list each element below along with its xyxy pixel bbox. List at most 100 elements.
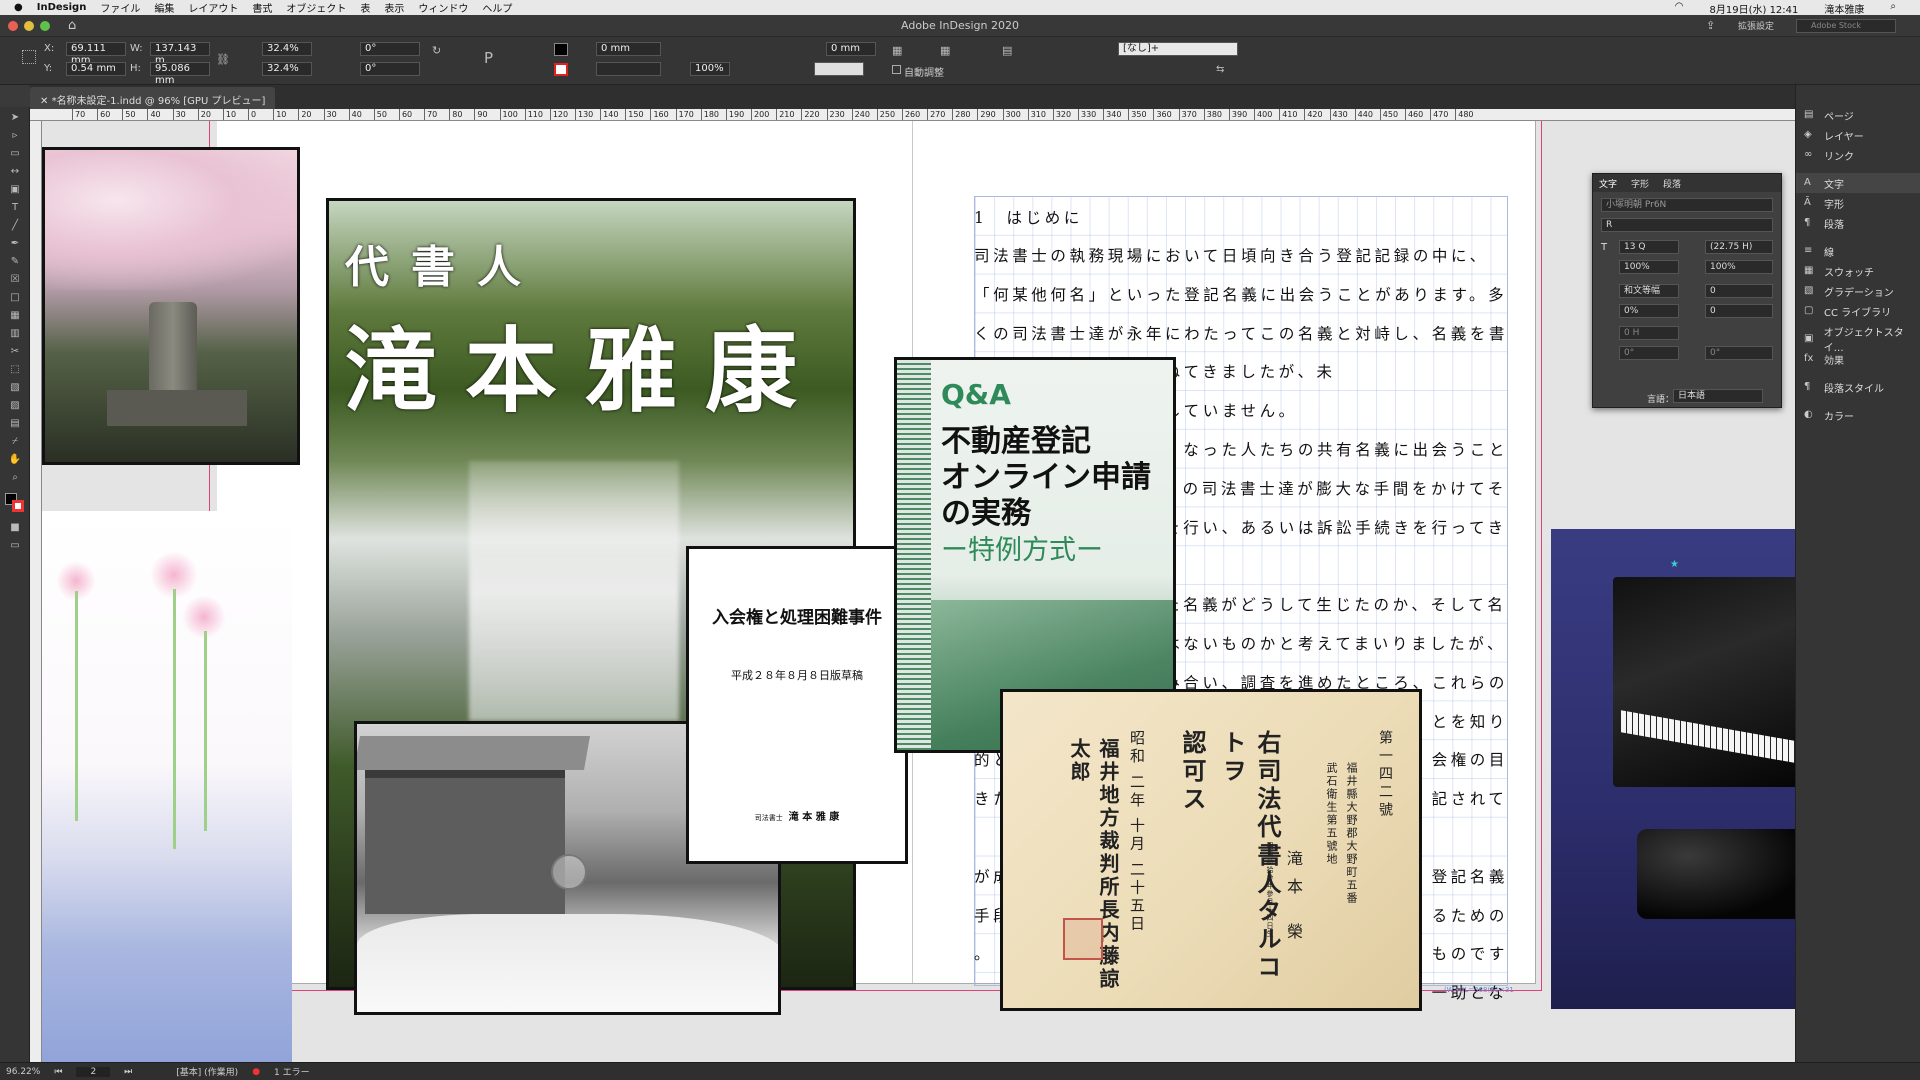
share-icon[interactable]: ⇪ [1706, 19, 1715, 32]
dock-pages[interactable]: ▤ ページ [1796, 105, 1920, 125]
page-field[interactable]: 2 [76, 1066, 111, 1077]
y-field[interactable]: 0.54 mm [66, 62, 126, 76]
scissors-tool-icon[interactable]: ✂ [6, 345, 24, 359]
page-nav-first-icon[interactable]: ⏮ [54, 1067, 62, 1077]
note-tool-icon[interactable]: ▤ [6, 417, 24, 431]
type-tool-icon[interactable]: T [6, 201, 24, 215]
flip-icon[interactable]: P [484, 49, 493, 67]
tab-paragraph[interactable]: 段落 [1663, 177, 1681, 190]
wifi-icon[interactable]: ◠ [1675, 1, 1684, 16]
apply-color-icon[interactable]: ■ [6, 521, 24, 535]
spider-lily-image[interactable] [42, 511, 292, 1062]
opacity-field[interactable]: 100% [690, 62, 730, 76]
stroke-weight-field[interactable]: 0 mm [596, 42, 661, 56]
zoom-tool-icon[interactable]: ⌕ [6, 471, 24, 485]
document-tab[interactable]: ✕ *名称未設定-1.indd @ 96% [GPU プレビュー] [30, 87, 276, 109]
horizontal-ruler[interactable]: 70 60 50 40 30 20 10 0 10 20 30 40 50 60 70 80 90 100 110 1… [30, 109, 1795, 121]
offset-field[interactable]: 0 mm [826, 42, 876, 56]
fill-stroke-icon[interactable] [5, 493, 25, 513]
apple-icon[interactable]: ● [14, 2, 23, 13]
certificate-image[interactable]: 第一四二號 福井縣大野郡大野町五番 武石衛生第五號地 滝本 榮 明治參拾參年參月… [1000, 689, 1422, 1011]
home-icon[interactable]: ⌂ [68, 18, 76, 33]
stroke-type-field[interactable] [596, 62, 661, 76]
wrap-icon[interactable]: ⇆ [1216, 64, 1224, 75]
frame-center-icon[interactable] [551, 854, 587, 890]
dock-object-styles[interactable]: ▣ オブジェクトスタイ… [1796, 328, 1920, 354]
rotate-field[interactable]: 0° [360, 42, 420, 56]
reference-point-icon[interactable] [22, 50, 36, 64]
pasteboard[interactable]: 代書人 滝本雅康 入会権と処理困難事件 平成２８年８月８日版草稿 司法書士滝 本… [42, 121, 1795, 1062]
scale-y-field[interactable]: 32.4% [262, 62, 312, 76]
workspace-switcher[interactable]: 拡張設定 [1738, 19, 1774, 32]
char-rotate-field[interactable]: 0° [1619, 346, 1679, 360]
menu-window[interactable]: ウィンドウ [418, 0, 468, 15]
hand-tool-icon[interactable]: ✋ [6, 453, 24, 467]
pen-tool-icon[interactable]: ✒ [6, 237, 24, 251]
menu-view[interactable]: 表示 [384, 0, 404, 15]
vertical-ruler[interactable] [30, 121, 42, 1062]
align-left-icon[interactable]: ▦ [892, 44, 902, 57]
line-tool-icon[interactable]: ╱ [6, 219, 24, 233]
eyedropper-tool-icon[interactable]: ⌿ [6, 435, 24, 449]
rectangle-tool-icon[interactable]: □ [6, 291, 24, 305]
rotate-cw-icon[interactable]: ↻ [432, 44, 441, 57]
grid-tool-icon[interactable]: ▥ [6, 327, 24, 341]
tsume-field[interactable]: 0% [1619, 304, 1679, 318]
gap-tool-icon[interactable]: ↔ [6, 165, 24, 179]
preflight-profile[interactable]: [基本] (作業用) [176, 1065, 238, 1078]
direct-select-tool-icon[interactable]: ▹ [6, 129, 24, 143]
baseline-shift-field[interactable]: 0 H [1619, 326, 1679, 340]
pencil-tool-icon[interactable]: ✎ [6, 255, 24, 269]
tab-character[interactable]: 文字 [1599, 177, 1617, 190]
menu-type[interactable]: 書式 [252, 0, 272, 15]
stroke-style-field[interactable] [814, 62, 864, 76]
stroke-swatch[interactable] [554, 63, 568, 76]
dock-gradient[interactable]: ▧ グラデーション [1796, 281, 1920, 301]
dock-stroke[interactable]: ≡ 線 [1796, 241, 1920, 261]
minimize-button[interactable] [24, 20, 34, 31]
spotlight-icon[interactable]: ⌕ [1890, 1, 1896, 16]
menu-file[interactable]: ファイル [100, 0, 140, 15]
aki-field[interactable]: 0 [1705, 304, 1773, 318]
shear-field[interactable]: 0° [360, 62, 420, 76]
cherry-blossom-photo[interactable] [42, 147, 300, 465]
x-field[interactable]: 69.111 mm [66, 42, 126, 66]
font-size-field[interactable]: 13 Q [1619, 240, 1679, 254]
dock-paragraph[interactable]: ¶ 段落 [1796, 213, 1920, 233]
menu-edit[interactable]: 編集 [154, 0, 174, 15]
menu-object[interactable]: オブジェクト [286, 0, 346, 15]
menu-table[interactable]: 表 [360, 0, 370, 15]
gradient-tool-icon[interactable]: ▧ [6, 381, 24, 395]
stock-search-input[interactable]: Adobe Stock [1796, 19, 1896, 33]
error-count[interactable]: 1 エラー [274, 1065, 310, 1078]
language-select[interactable]: 日本語 [1673, 389, 1763, 403]
font-style-select[interactable]: R [1601, 218, 1773, 232]
dock-links[interactable]: ∞ リンク [1796, 145, 1920, 165]
dock-glyphs[interactable]: Ā 字形 [1796, 193, 1920, 213]
dock-paragraph-styles[interactable]: ¶ 段落スタイル [1796, 377, 1920, 397]
align-center-icon[interactable]: ▦ [940, 44, 950, 57]
horizontal-scale-field[interactable]: 100% [1705, 260, 1773, 274]
skew-field[interactable]: 0° [1705, 346, 1773, 360]
selection-tool-icon[interactable]: ➤ [6, 111, 24, 125]
font-family-select[interactable]: 小塚明朝 Pr6N [1601, 198, 1773, 212]
menu-layout[interactable]: レイアウト [188, 0, 238, 15]
dock-color[interactable]: ◐ カラー [1796, 405, 1920, 425]
fill-swatch[interactable] [554, 43, 568, 56]
tab-glyphs[interactable]: 字形 [1631, 177, 1649, 190]
page-nav-last-icon[interactable]: ⏭ [124, 1067, 132, 1077]
page-tool-icon[interactable]: ▭ [6, 147, 24, 161]
content-collector-icon[interactable]: ▣ [6, 183, 24, 197]
dock-character[interactable]: A 文字 [1796, 173, 1920, 193]
kerning-field[interactable]: 和文等幅 [1619, 284, 1679, 298]
menu-help[interactable]: ヘルプ [482, 0, 512, 15]
frame-grid-tool-icon[interactable]: ▦ [6, 309, 24, 323]
dock-cc-libraries[interactable]: ▢ CC ライブラリ [1796, 301, 1920, 321]
user-name[interactable]: 滝本雅康 [1824, 1, 1864, 16]
piano-image[interactable]: ★ [1551, 529, 1795, 1009]
free-transform-tool-icon[interactable]: ⬚ [6, 363, 24, 377]
rectangle-frame-tool-icon[interactable]: ☒ [6, 273, 24, 287]
vertical-scale-field[interactable]: 100% [1619, 260, 1679, 274]
scale-x-field[interactable]: 32.4% [262, 42, 312, 56]
gradient-feather-tool-icon[interactable]: ▨ [6, 399, 24, 413]
